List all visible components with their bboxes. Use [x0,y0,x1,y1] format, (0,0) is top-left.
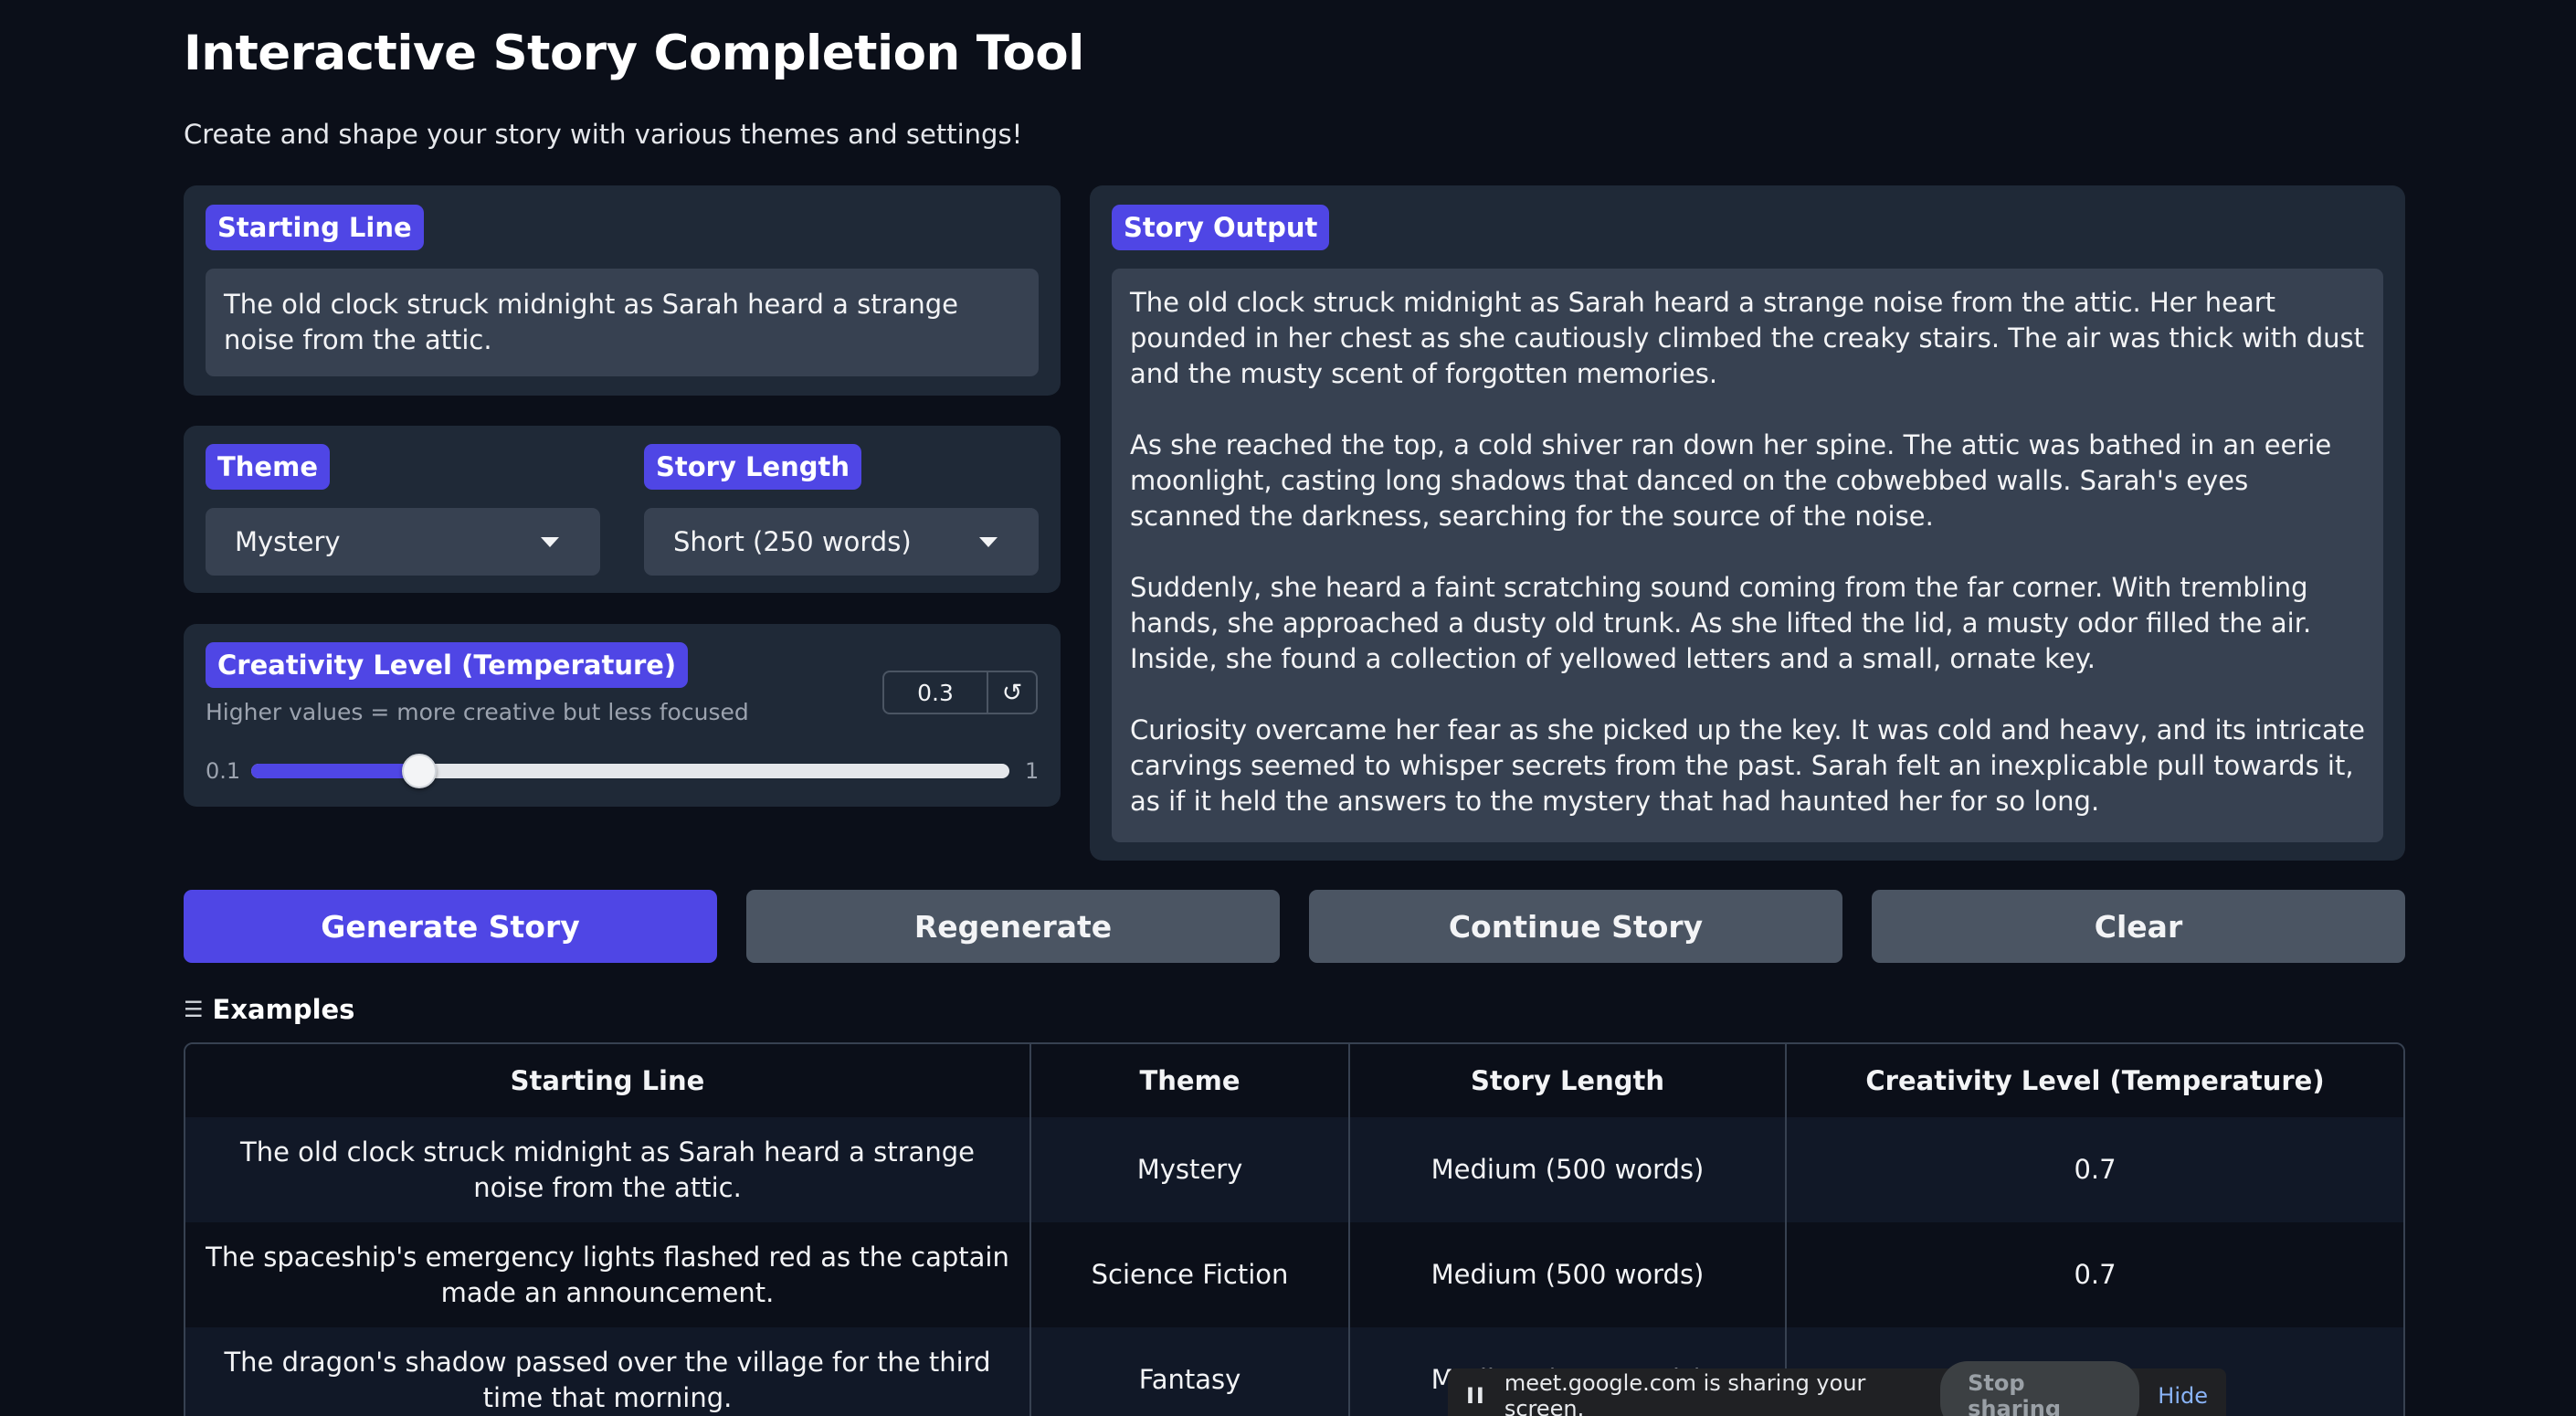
table-cell[interactable]: The dragon's shadow passed over the vill… [185,1327,1031,1416]
table-cell[interactable]: The old clock struck midnight as Sarah h… [185,1117,1031,1222]
starting-line-input[interactable]: The old clock struck midnight as Sarah h… [206,269,1039,376]
story-length-dropdown[interactable]: Short (250 words) [644,508,1039,576]
story-paragraph: Suddenly, she heard a faint scratching s… [1130,572,2312,674]
share-message: meet.google.com is sharing your screen. [1504,1370,1866,1416]
slider-min-label: 0.1 [206,758,241,784]
examples-heading: ☰ Examples [184,994,354,1025]
creativity-number-input[interactable]: 0.3 ↺ [882,671,1038,714]
theme-label: Theme [206,444,330,490]
story-output-label: Story Output [1112,205,1330,250]
examples-table: Starting Line Theme Story Length Creativ… [184,1042,2405,1416]
creativity-value[interactable]: 0.3 [884,672,988,713]
examples-label: Examples [212,994,355,1025]
pause-icon: II [1466,1383,1486,1409]
clear-button[interactable]: Clear [1872,890,2405,963]
stop-sharing-button[interactable]: Stop sharing [1940,1361,2140,1416]
table-row[interactable]: The spaceship's emergency lights flashed… [185,1222,2403,1327]
generate-story-button[interactable]: Generate Story [184,890,717,963]
table-cell[interactable]: Medium (500 words) [1349,1222,1787,1327]
creativity-slider[interactable] [251,754,1009,788]
column-header: Creativity Level (Temperature) [1786,1044,2403,1117]
story-paragraph: Curiosity overcame her fear as she picke… [1130,714,2365,817]
table-cell[interactable]: Fantasy [1030,1327,1350,1416]
story-paragraph: The old clock struck midnight as Sarah h… [1130,287,2364,389]
table-cell[interactable]: Mystery [1030,1117,1350,1222]
chevron-down-icon [979,537,998,547]
story-output-textbox[interactable]: The old clock struck midnight as Sarah h… [1112,269,2383,842]
slider-max-label: 1 [1025,758,1040,784]
table-cell[interactable]: The spaceship's emergency lights flashed… [185,1222,1031,1327]
column-header: Story Length [1349,1044,1787,1117]
creativity-info: Higher values = more creative but less f… [206,699,749,725]
column-header: Theme [1030,1044,1350,1117]
chevron-down-icon [541,537,559,547]
page-title: Interactive Story Completion Tool [184,26,1084,81]
starting-line-label: Starting Line [206,205,424,250]
continue-story-button[interactable]: Continue Story [1309,890,1842,963]
story-length-selected-value: Short (250 words) [673,526,912,557]
table-row[interactable]: The old clock struck midnight as Sarah h… [185,1117,2403,1222]
theme-dropdown[interactable]: Mystery [206,508,600,576]
list-icon: ☰ [184,997,204,1022]
table-cell[interactable]: Medium (500 words) [1349,1117,1787,1222]
page-subtitle: Create and shape your story with various… [184,119,1023,150]
creativity-label: Creativity Level (Temperature) [206,642,689,688]
story-length-label: Story Length [644,444,862,490]
theme-selected-value: Mystery [235,526,341,557]
reset-icon[interactable]: ↺ [988,672,1036,713]
hide-button[interactable]: Hide [2158,1383,2208,1409]
table-cell[interactable]: 0.7 [1786,1117,2403,1222]
column-header: Starting Line [185,1044,1031,1117]
table-header-row: Starting Line Theme Story Length Creativ… [185,1044,2403,1117]
regenerate-button[interactable]: Regenerate [746,890,1280,963]
screen-share-bar: II meet.google.com is sharing your scree… [1448,1361,2226,1416]
table-cell[interactable]: Science Fiction [1030,1222,1350,1327]
slider-fill [251,764,420,778]
story-paragraph: As she reached the top, a cold shiver ra… [1130,429,2332,532]
table-cell[interactable]: 0.7 [1786,1222,2403,1327]
